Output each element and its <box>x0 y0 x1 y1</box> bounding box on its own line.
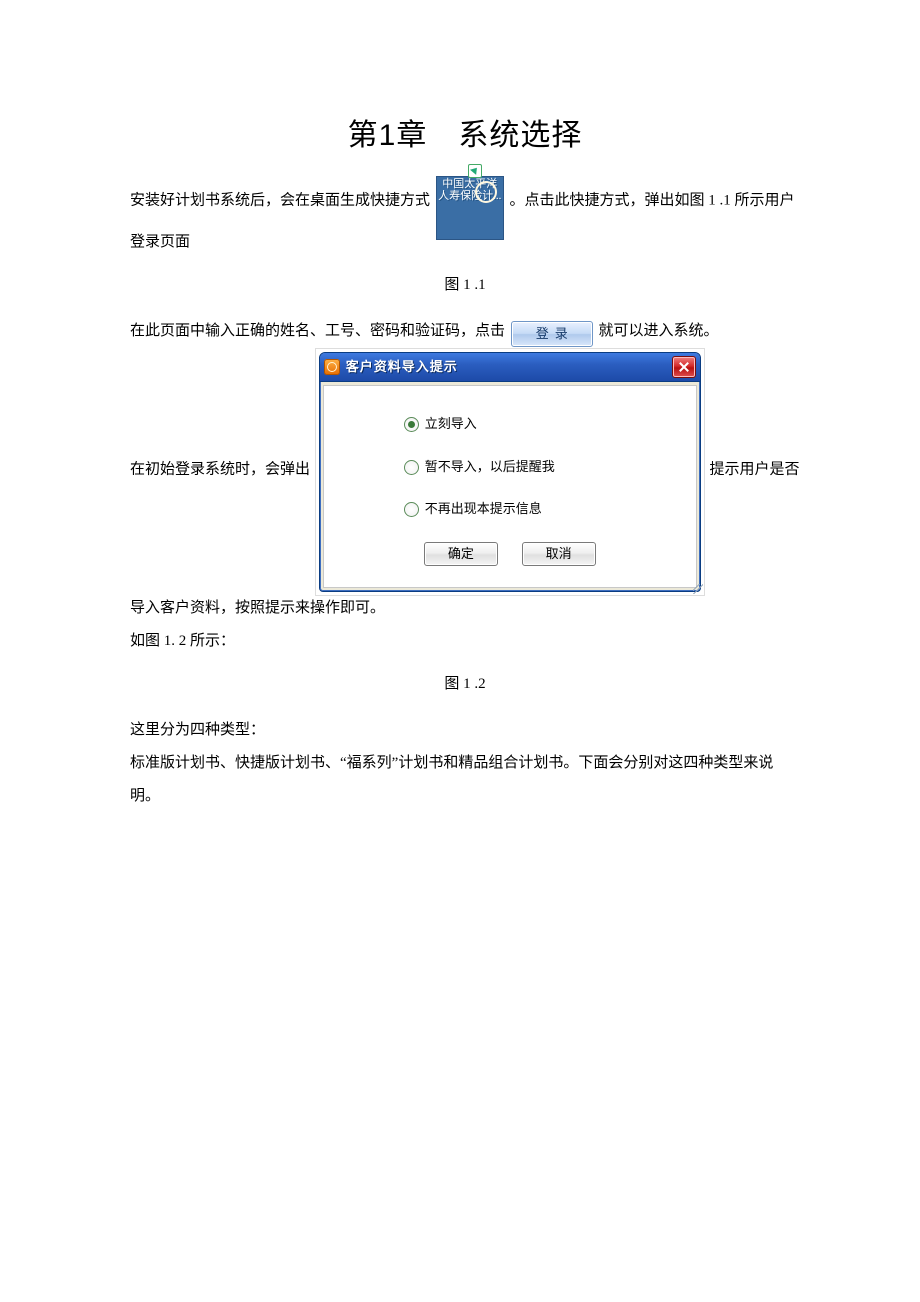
desktop-shortcut-icon: 中国太平洋人寿保险计... <box>436 176 504 240</box>
paragraph-2: 在此页面中输入正确的姓名、工号、密码和验证码，点击 登录 就可以进入系统。 <box>130 315 800 348</box>
text-run: 在初始登录系统时，会弹出 <box>130 462 310 478</box>
radio-option-import-later[interactable]: 暂不导入，以后提醒我 <box>404 453 666 482</box>
text-run: 安装好计划书系统后，会在桌面生成快捷方式 <box>130 193 430 209</box>
chapter-title: 第1章 系统选择 <box>130 110 800 154</box>
radio-icon <box>404 460 419 475</box>
text-run: 就可以进入系统。 <box>599 323 719 339</box>
dialog-button-row: 确定 取消 <box>354 538 666 571</box>
document-page: 第1章 系统选择 安装好计划书系统后，会在桌面生成快捷方式 中国太平洋人寿保险计… <box>0 0 920 873</box>
shortcut-arrow-icon <box>468 164 482 178</box>
figure-label-2: 图 1 .2 <box>130 672 800 696</box>
dialog-title: 客户资料导入提示 <box>346 353 672 382</box>
dialog-body: 立刻导入 暂不导入，以后提醒我 不再出现本提示信息 确定 取消 <box>323 385 697 588</box>
dialog-app-icon <box>324 359 340 375</box>
dialog-screenshot: 客户资料导入提示 立刻导入 暂不导入，以后提醒我 不再出现本提示信息 <box>315 348 705 596</box>
login-button[interactable]: 登录 <box>511 321 593 347</box>
paragraph-1: 安装好计划书系统后，会在桌面生成快捷方式 中国太平洋人寿保险计... 。点击此快… <box>130 176 800 259</box>
close-icon[interactable] <box>672 356 696 378</box>
radio-icon <box>404 502 419 517</box>
import-dialog: 客户资料导入提示 立刻导入 暂不导入，以后提醒我 不再出现本提示信息 <box>319 352 701 592</box>
radio-label: 立刻导入 <box>425 410 477 439</box>
radio-label: 不再出现本提示信息 <box>425 495 542 524</box>
radio-option-import-now[interactable]: 立刻导入 <box>404 410 666 439</box>
cancel-button[interactable]: 取消 <box>522 542 596 566</box>
figure-label-1: 图 1 .1 <box>130 273 800 297</box>
paragraph-4: 如图 1. 2 所示： <box>130 625 800 658</box>
paragraph-5: 这里分为四种类型： <box>130 714 800 747</box>
ok-button[interactable]: 确定 <box>424 542 498 566</box>
radio-label: 暂不导入，以后提醒我 <box>425 453 555 482</box>
paragraph-6: 标准版计划书、快捷版计划书、“福系列”计划书和精品组合计划书。下面会分别对这四种… <box>130 747 800 813</box>
paragraph-3: 在初始登录系统时，会弹出 客户资料导入提示 立刻导入 暂不导入，以后提醒我 <box>130 348 800 625</box>
text-run: 在此页面中输入正确的姓名、工号、密码和验证码，点击 <box>130 323 505 339</box>
radio-icon <box>404 417 419 432</box>
radio-option-never-show[interactable]: 不再出现本提示信息 <box>404 495 666 524</box>
resize-grip-icon <box>693 584 703 594</box>
dialog-titlebar: 客户资料导入提示 <box>320 353 700 382</box>
